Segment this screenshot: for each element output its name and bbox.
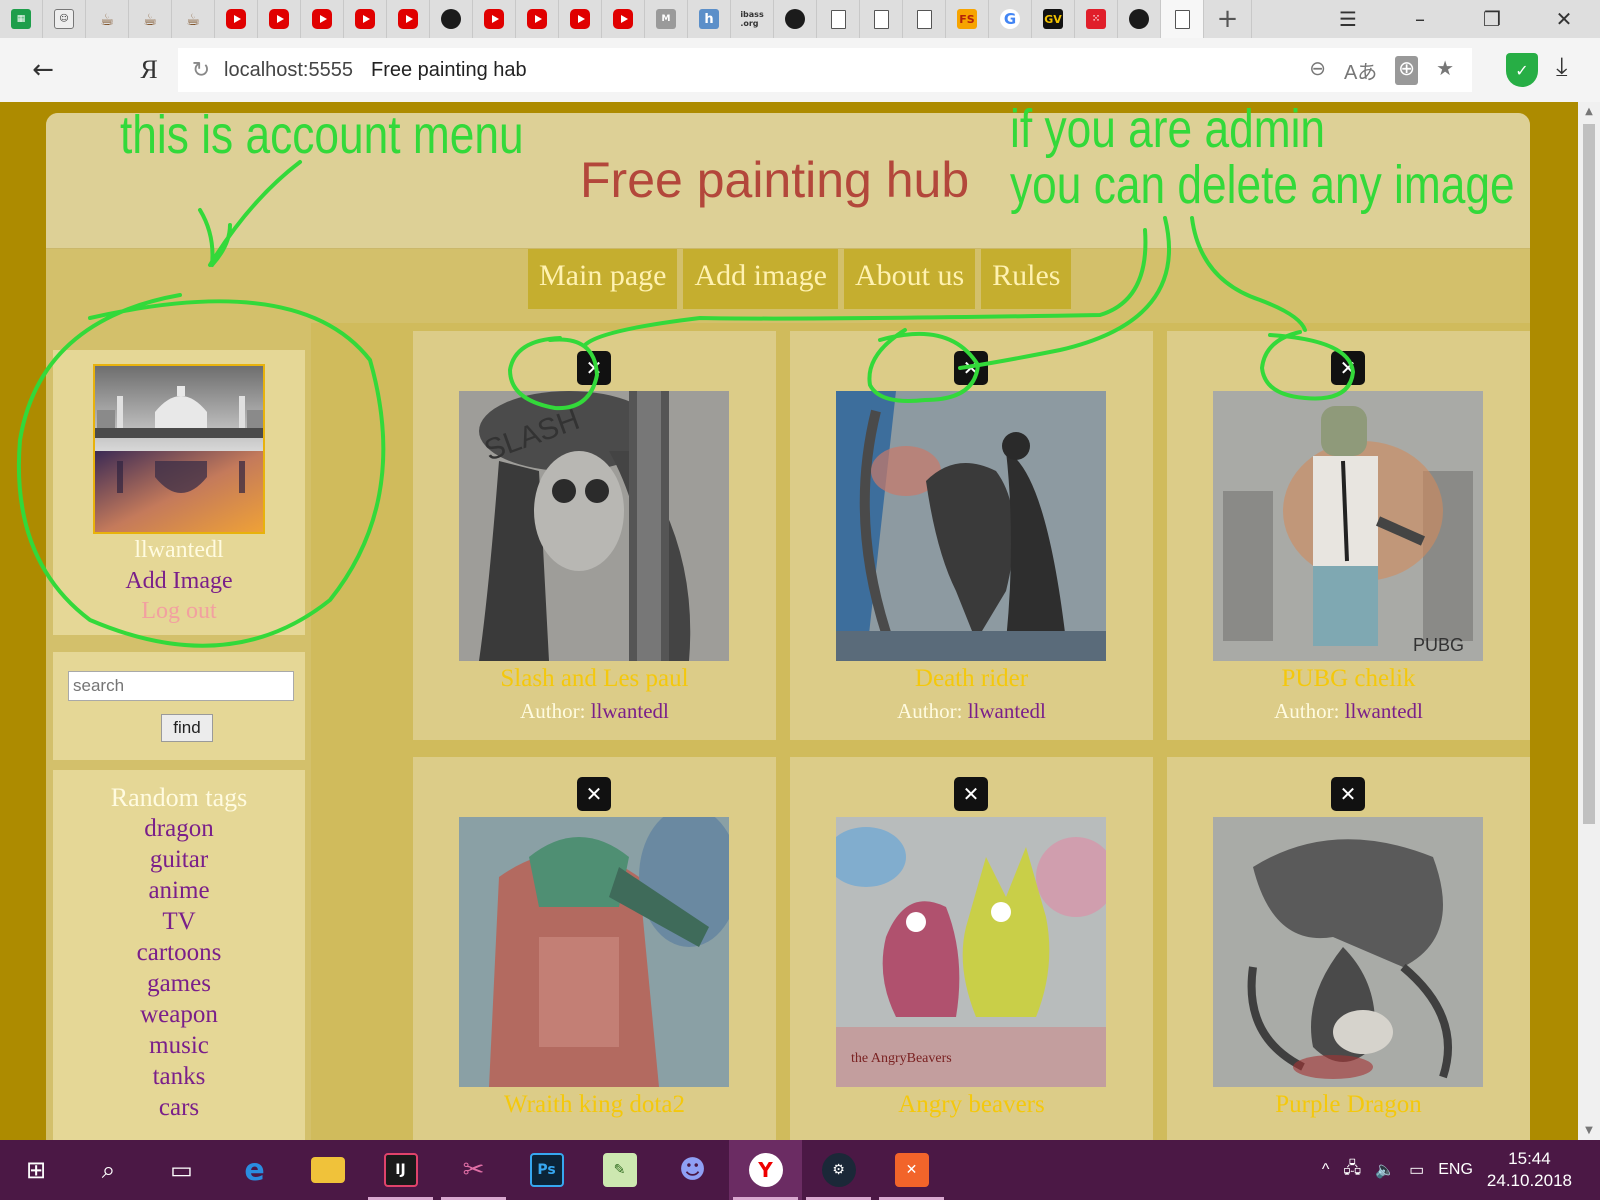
- network-icon[interactable]: 🖧: [1343, 1157, 1361, 1184]
- annotation-connector-2: [958, 216, 1171, 370]
- tray-expand-icon[interactable]: ^: [1322, 1161, 1330, 1179]
- clock-date: 24.10.2018: [1486, 1171, 1572, 1190]
- annotation-scribbles: [16, 160, 1355, 648]
- clock[interactable]: 15:44 24.10.2018: [1487, 1148, 1572, 1192]
- start-icon[interactable]: ⊞: [0, 1140, 72, 1200]
- annotation-connector-1: [583, 228, 1148, 347]
- discord-icon[interactable]: ☻: [656, 1140, 729, 1200]
- snipping-tool-icon[interactable]: ✂: [437, 1140, 510, 1200]
- annotation-connector-3: [1190, 216, 1307, 332]
- annotation-circle-delete-1: [508, 336, 599, 411]
- annotation-arrow: [198, 160, 302, 267]
- annotation-circle-account: [16, 293, 386, 648]
- clock-time: 15:44: [1508, 1149, 1551, 1168]
- notepad-icon[interactable]: ✎: [583, 1140, 656, 1200]
- notifications-icon[interactable]: ▭: [1409, 1160, 1424, 1180]
- file-explorer-icon[interactable]: [291, 1140, 364, 1200]
- os-taskbar: ⊞ ⌕ ▭ e IJ ✂ Ps ✎ ☻ Y ⚙ ✕ ^ 🖧 🔈 ▭ ENG 15…: [0, 1140, 1600, 1200]
- steam-icon[interactable]: ⚙: [802, 1140, 875, 1200]
- yandex-browser-icon[interactable]: Y: [729, 1140, 802, 1200]
- annotation-circle-delete-2: [867, 328, 980, 403]
- xampp-icon[interactable]: ✕: [875, 1140, 948, 1200]
- intellij-icon[interactable]: IJ: [364, 1140, 437, 1200]
- edge-icon[interactable]: e: [218, 1140, 291, 1200]
- system-tray: ^ 🖧 🔈 ▭ ENG 15:44 24.10.2018: [1322, 1148, 1600, 1192]
- photoshop-icon[interactable]: Ps: [510, 1140, 583, 1200]
- task-view-icon[interactable]: ▭: [145, 1140, 218, 1200]
- volume-icon[interactable]: 🔈: [1375, 1160, 1395, 1180]
- language-indicator[interactable]: ENG: [1438, 1161, 1473, 1179]
- annotation-circle-delete-3: [1260, 330, 1355, 401]
- search-icon[interactable]: ⌕: [72, 1140, 145, 1200]
